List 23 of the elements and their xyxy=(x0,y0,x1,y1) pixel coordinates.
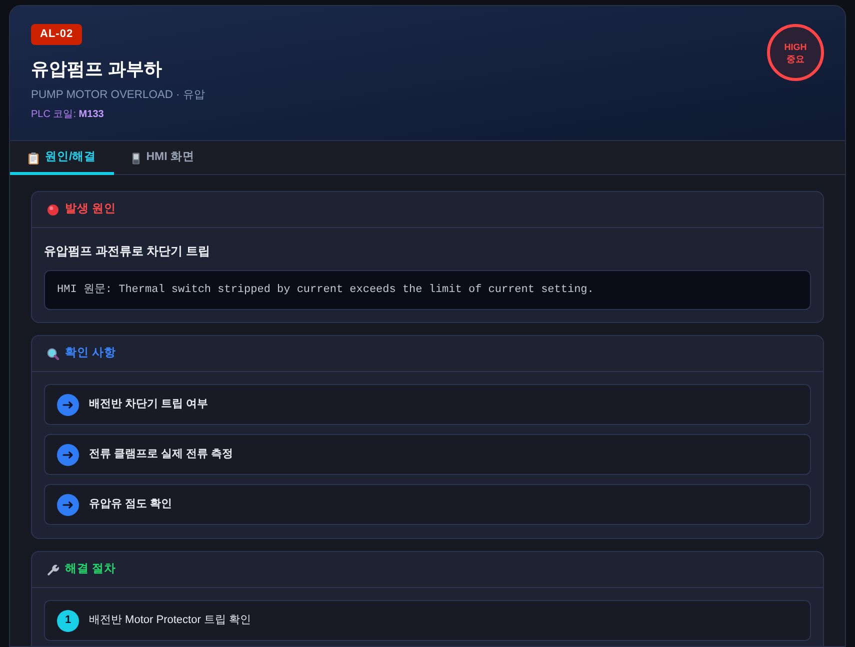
terminal-device-icon xyxy=(132,152,140,164)
cause-headline: 유압펌프 과전류로 차단기 트립 xyxy=(44,243,210,260)
tab[interactable]: 원인/해결 xyxy=(10,141,114,175)
check-text: 배전반 차단기 트립 여부 xyxy=(89,397,208,412)
step-number: 1 xyxy=(57,610,79,632)
check-text: 유압유 점도 확인 xyxy=(89,497,172,512)
magnifier-icon xyxy=(47,348,59,360)
section-title: 확인 사항 xyxy=(65,346,116,361)
section-title: 해결 절차 xyxy=(65,562,116,577)
clipboard-icon xyxy=(28,152,39,164)
wrench-icon xyxy=(47,564,59,576)
alarm-subtitle: PUMP MOTOR OVERLOAD · 유압 xyxy=(31,88,205,103)
severity-label: 중요 xyxy=(786,52,804,64)
alarm-title: 유압펌프 과부하 xyxy=(31,58,162,81)
hmi-message-text: HMI 원문: Thermal switch stripped by current exceeds the limit of current setting. xyxy=(57,282,594,298)
check-text: 전류 클램프로 실제 전류 측정 xyxy=(89,447,234,462)
plc-coil-text: PLC 코일: M133 xyxy=(31,108,104,122)
step-text: 배전반 Motor Protector 트립 확인 xyxy=(89,613,251,628)
ball-icon xyxy=(47,204,59,216)
severity-level: HIGH xyxy=(784,40,807,52)
section-title: 발생 원인 xyxy=(65,202,116,217)
alarm-code-badge: AL-02 xyxy=(31,24,82,45)
tab[interactable]: HMI 화면 xyxy=(114,141,212,175)
